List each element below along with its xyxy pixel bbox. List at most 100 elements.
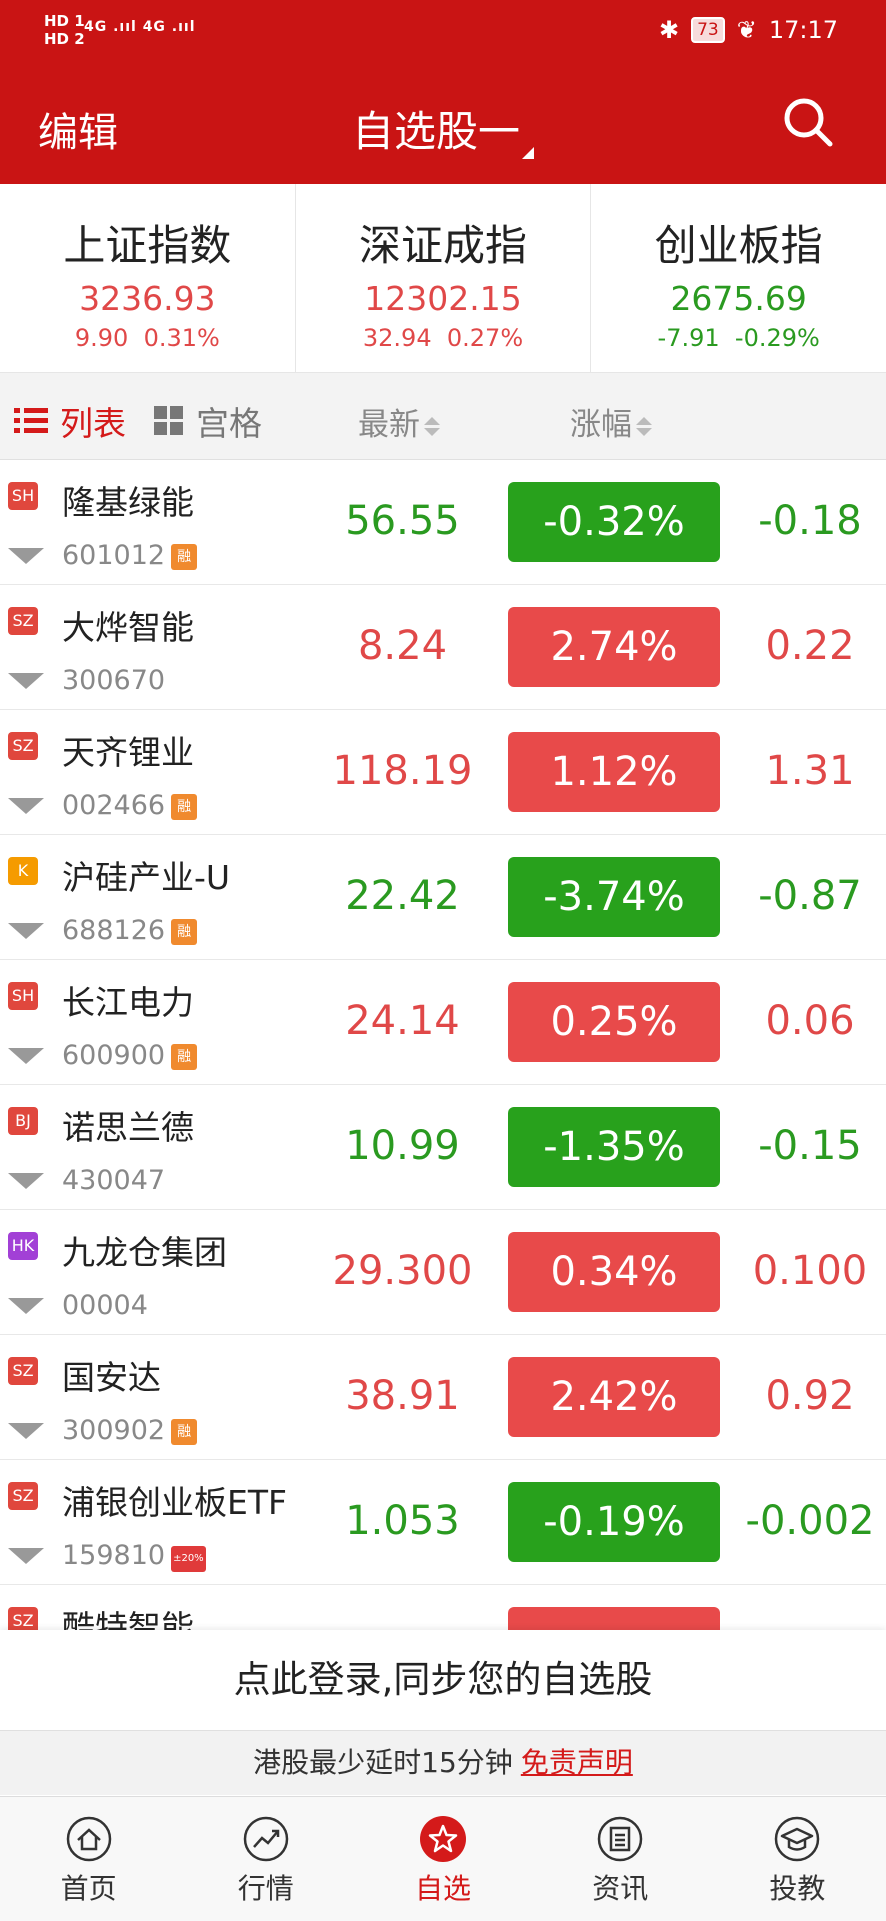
market-badge: SH [8,482,38,510]
latest-price: 10.99 [345,1123,460,1169]
market-badge: K [8,857,38,885]
index-name: 创业板指 [654,221,823,270]
stock-name: 沪硅产业-U [62,858,231,897]
stock-row[interactable]: K 沪硅产业-U 688126 融 22.42 -3.74% -0.87 [0,835,886,960]
stock-name: 天齐锂业 [62,733,194,772]
index-name: 上证指数 [63,221,232,270]
change-amount: 0.22 [765,623,855,669]
grid-view-toggle[interactable]: 宫格 [154,397,262,445]
expand-caret-icon[interactable] [8,923,44,939]
list-view-toggle[interactable]: 列表 [14,397,126,445]
status-bar-left: HD 1 HD 2 4G .ııl 4G .ııl [44,12,195,48]
change-percent-pill[interactable] [508,1607,720,1630]
market-badge: HK [8,1232,38,1260]
stock-code-line: 688126 融 [62,915,198,946]
tab-education[interactable]: 投教 [709,1797,886,1921]
index-name: 深证成指 [359,221,528,270]
disclaimer-link[interactable]: 免责声明 [521,1746,633,1779]
change-percent-pill[interactable]: 0.34% [508,1232,720,1312]
stock-row[interactable]: SZ 浦银创业板ETF 159810 ±20% 1.053 -0.19% -0.002 [0,1460,886,1585]
latest-price: 8.24 [357,623,448,669]
margin-trading-tag: 融 [171,794,198,820]
index-card-sh[interactable]: 上证指数 3236.93 9.90 0.31% [0,184,296,372]
stock-row[interactable]: SZ 国安达 300902 融 38.91 2.42% 0.92 [0,1335,886,1460]
margin-trading-tag: 融 [171,544,198,570]
index-change: 32.94 0.27% [362,324,524,352]
index-change: 9.90 0.31% [74,324,220,352]
stock-name: 隆基绿能 [62,483,194,522]
home-icon [66,1816,111,1862]
change-percent-pill[interactable]: 2.74% [508,607,720,687]
tab-home[interactable]: 首页 [0,1797,177,1921]
expand-caret-icon[interactable] [8,1048,44,1064]
stock-code: 688126 [62,915,166,946]
tab-market[interactable]: 行情 [177,1797,354,1921]
stock-code: 601012 [62,540,166,571]
bottom-tab-bar: 首页 行情 自选 资讯 投教 [0,1796,886,1921]
expand-caret-icon[interactable] [8,548,44,564]
top-header: HD 1 HD 2 4G .ııl 4G .ııl ✱ 73 ❦ 17:17 编… [0,0,886,184]
change-percent-pill[interactable]: 2.42% [508,1357,720,1437]
stock-row[interactable]: SZ 大烨智能 300670 8.24 2.74% 0.22 [0,585,886,710]
stock-code-line: 600900 融 [62,1040,198,1071]
stock-code: 300902 [62,1415,166,1446]
margin-trading-tag: 融 [171,1044,198,1070]
change-percent-pill[interactable]: 1.12% [508,732,720,812]
sort-change-percent[interactable]: 涨幅 [570,399,652,444]
hk-delay-notice: 港股最少延时15分钟 免责声明 [0,1731,886,1795]
latest-price: 56.55 [345,498,460,544]
expand-caret-icon[interactable] [8,1298,44,1314]
delay-notice-text: 港股最少延时15分钟 [253,1746,513,1779]
market-badge: SH [8,982,38,1010]
stock-name: 九龙仓集团 [62,1233,227,1272]
tab-watchlist[interactable]: 自选 [354,1797,531,1921]
tab-label: 资讯 [592,1872,649,1905]
tab-news[interactable]: 资讯 [532,1797,709,1921]
index-card-cyb[interactable]: 创业板指 2675.69 -7.91 -0.29% [591,184,886,372]
stock-row[interactable]: SZ 天齐锂业 002466 融 118.19 1.12% 1.31 [0,710,886,835]
stock-code-line: 159810 ±20% [62,1540,206,1572]
tab-label: 首页 [60,1872,117,1905]
market-badge: SZ [8,1482,38,1510]
tab-label: 行情 [237,1872,294,1905]
stock-code-line: 601012 融 [62,540,198,571]
page-title: 自选股一 [351,107,520,156]
stock-row[interactable]: SH 隆基绿能 601012 融 56.55 -0.32% -0.18 [0,460,886,585]
change-amount: -0.002 [745,1498,875,1544]
login-sync-banner[interactable]: 点此登录,同步您的自选股 [0,1630,886,1731]
latest-price-label: 最新 [358,407,420,443]
tab-label: 投教 [769,1872,826,1905]
latest-price: 38.91 [345,1373,460,1419]
stock-row[interactable]: HK 九龙仓集团 00004 29.300 0.34% 0.100 [0,1210,886,1335]
stock-code-line: 00004 [62,1290,148,1321]
change-percent-pill[interactable]: -0.32% [508,482,720,562]
star-icon [420,1816,466,1862]
expand-caret-icon[interactable] [8,798,44,814]
stock-row[interactable]: BJ 诺思兰德 430047 10.99 -1.35% -0.15 [0,1085,886,1210]
change-amount: -0.18 [758,498,862,544]
expand-caret-icon[interactable] [8,673,44,689]
change-percent-pill[interactable]: 0.25% [508,982,720,1062]
index-card-sz[interactable]: 深证成指 12302.15 32.94 0.27% [296,184,592,372]
expand-caret-icon[interactable] [8,1173,44,1189]
clock: 17:17 [768,16,838,44]
expand-caret-icon[interactable] [8,1548,44,1564]
expand-caret-icon[interactable] [8,1423,44,1439]
change-percent-label: 涨幅 [570,407,632,443]
index-value: 2675.69 [670,279,807,318]
sort-latest-price[interactable]: 最新 [358,399,440,444]
stock-code-line: 002466 融 [62,790,198,821]
stock-name: 浦银创业板ETF [62,1483,287,1522]
change-percent-pill[interactable]: -1.35% [508,1107,720,1187]
change-percent-pill[interactable]: -3.74% [508,857,720,937]
stock-name: 诺思兰德 [62,1108,194,1147]
margin-trading-tag: 融 [171,1419,198,1445]
watchlist-group-selector[interactable]: 自选股一 [0,98,886,159]
search-icon[interactable] [782,96,834,148]
change-percent-pill[interactable]: -0.19% [508,1482,720,1562]
stock-row[interactable]: SZ 酷特智能 [0,1585,886,1630]
stock-row[interactable]: SH 长江电力 600900 融 24.14 0.25% 0.06 [0,960,886,1085]
market-trend-icon [243,1816,289,1862]
index-change: -7.91 -0.29% [657,324,820,352]
change-amount: 0.92 [765,1373,855,1419]
